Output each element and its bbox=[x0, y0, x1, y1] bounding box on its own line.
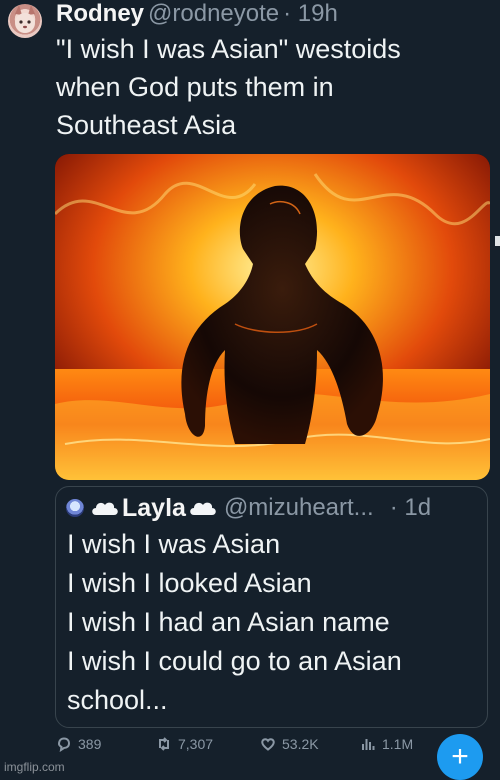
heart-icon bbox=[261, 738, 275, 751]
quoted-tweet-text: I wish I was Asian I wish I looked Asian… bbox=[67, 529, 402, 715]
retweet-icon bbox=[159, 737, 169, 751]
tweet-timestamp[interactable]: · 19h bbox=[283, 0, 338, 28]
author-handle[interactable]: @rodneyote bbox=[148, 0, 279, 28]
author-name[interactable]: Rodney bbox=[56, 0, 144, 28]
like-button[interactable]: 53.2K bbox=[260, 736, 319, 752]
fiery-figure-image bbox=[55, 154, 490, 480]
view-count: 1.1M bbox=[382, 736, 414, 752]
watermark: imgflip.com bbox=[4, 760, 65, 774]
compose-button[interactable]: + bbox=[437, 734, 483, 780]
like-count: 53.2K bbox=[282, 736, 319, 752]
tweet-text: "I wish I was Asian" westoids when God p… bbox=[56, 34, 401, 140]
views-chart-icon bbox=[362, 739, 375, 750]
author-avatar[interactable] bbox=[8, 4, 42, 38]
cloud-emoji-icon bbox=[188, 498, 218, 518]
cloud-emoji-icon bbox=[90, 498, 120, 518]
quoted-tweet-timestamp[interactable]: · 1d bbox=[390, 494, 431, 522]
reply-count: 389 bbox=[78, 736, 102, 752]
quoted-tweet[interactable]: Layla @mizuheart... · 1d I wish I was As… bbox=[55, 486, 488, 728]
quoted-tweet-header: Layla @mizuheart... · 1d bbox=[66, 493, 431, 523]
quoted-author-handle[interactable]: @mizuheart... bbox=[224, 494, 374, 522]
quoted-author-avatar[interactable] bbox=[66, 499, 84, 517]
tweet-actions: 389 7,307 53.2K 1.1M bbox=[56, 736, 426, 760]
scrollbar-handle[interactable] bbox=[495, 236, 500, 246]
tweet-header: Rodney @rodneyote · 19h bbox=[56, 0, 338, 28]
quoted-author-name[interactable]: Layla bbox=[122, 494, 186, 523]
tweet-media[interactable] bbox=[55, 154, 490, 480]
reply-button[interactable]: 389 bbox=[56, 736, 101, 752]
views-button[interactable]: 1.1M bbox=[360, 736, 413, 752]
retweet-button[interactable]: 7,307 bbox=[156, 736, 213, 752]
retweet-count: 7,307 bbox=[178, 736, 214, 752]
reply-icon bbox=[57, 737, 71, 752]
